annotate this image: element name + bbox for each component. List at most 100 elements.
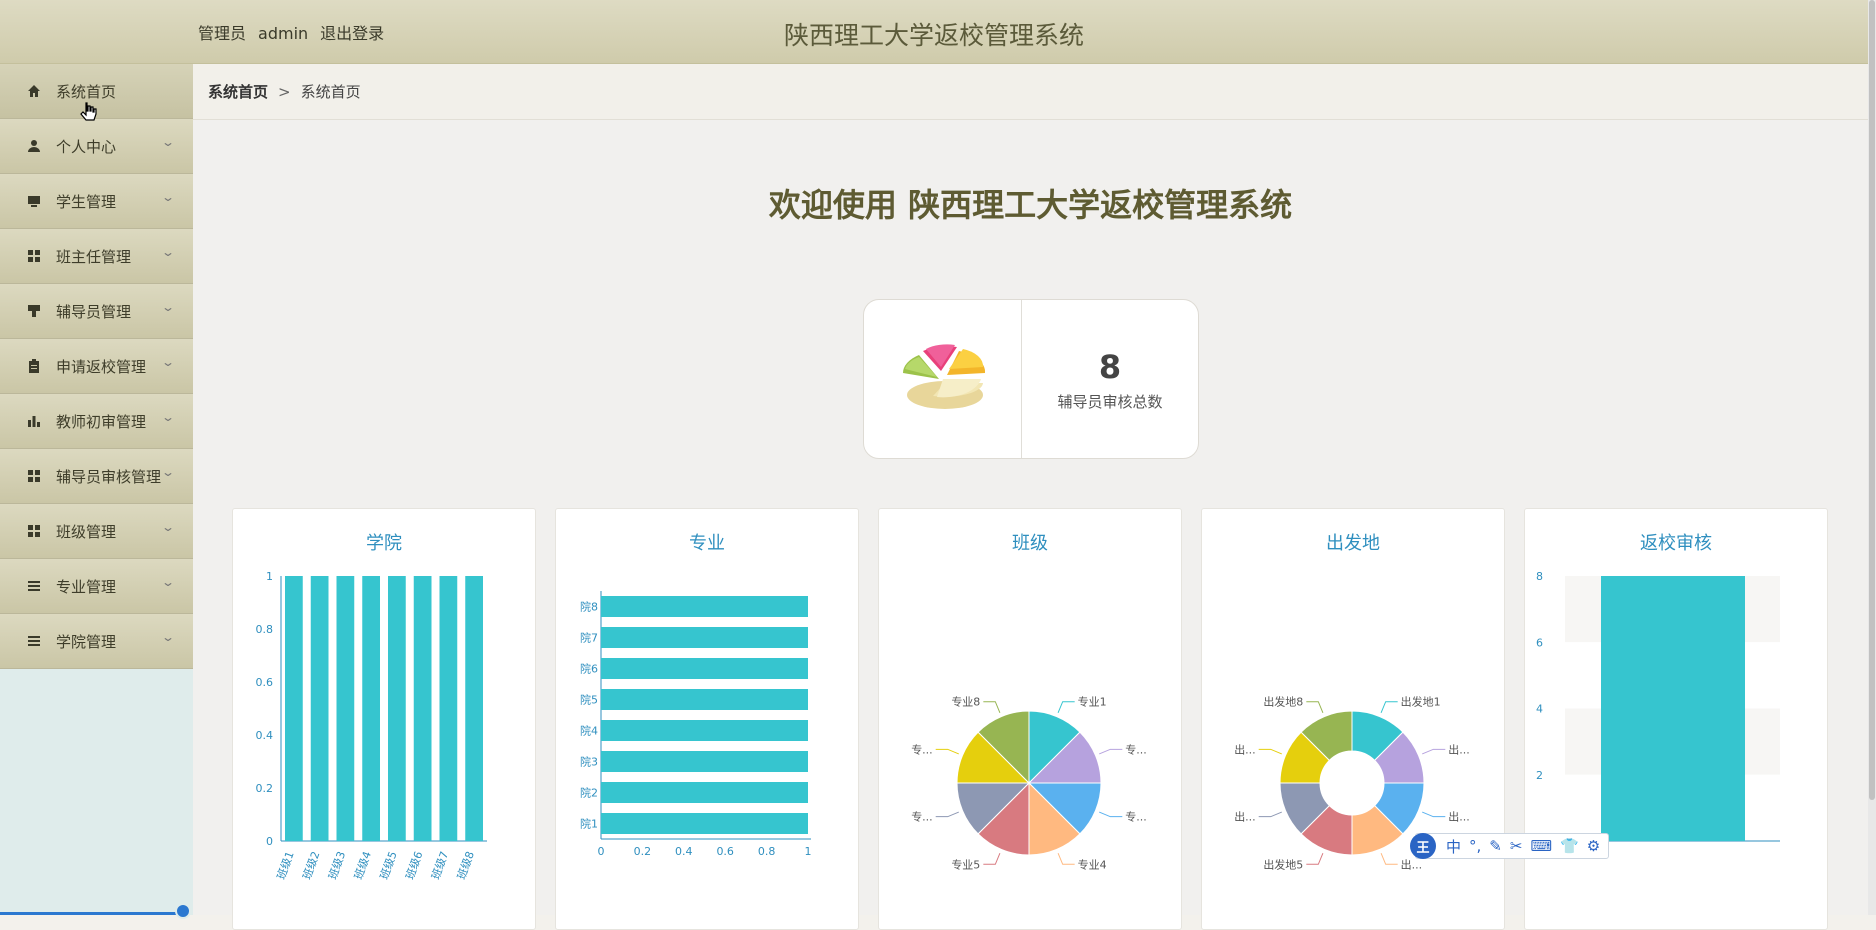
slice-label: 专业8 <box>951 695 980 709</box>
bar <box>388 576 406 841</box>
sidebar-item-6[interactable]: 教师初审管理 ⌄ <box>0 394 193 449</box>
bar <box>439 576 458 841</box>
y-tick-label: 0 <box>266 835 273 848</box>
slice-label: 出... <box>1448 810 1470 824</box>
chevron-down-icon: ⌄ <box>160 575 176 589</box>
y-tick-label: 1 <box>266 570 273 583</box>
sidebar-item-8[interactable]: 班级管理 ⌄ <box>0 504 193 559</box>
x-tick-label: 0.2 <box>634 845 652 858</box>
chart-card-3: 出发地 出发地1 出... 出... 出... 出发地5 出... 出... 出发地8 <box>1201 508 1505 930</box>
slice-label: 专业4 <box>1078 857 1107 871</box>
chevron-down-icon: ⌄ <box>160 135 176 149</box>
stat-card: 8 辅导员审核总数 <box>863 299 1199 459</box>
bar <box>310 576 329 841</box>
top-header: 管理员 admin 退出登录 陕西理工大学返校管理系统 <box>0 0 1868 64</box>
x-tick-label: 0.4 <box>675 845 693 858</box>
sidebar-item-9[interactable]: 专业管理 ⌄ <box>0 559 193 614</box>
stat-value: 8 <box>1098 347 1122 386</box>
sidebar-item-10[interactable]: 学院管理 ⌄ <box>0 614 193 669</box>
slice-label: 专... <box>911 810 933 824</box>
ime-button-3[interactable]: ✂ <box>1510 837 1523 855</box>
y-tick-label: 院8 <box>580 600 598 614</box>
sidebar-item-7[interactable]: 辅导员审核管理 ⌄ <box>0 449 193 504</box>
slice-label: 专... <box>1125 810 1147 824</box>
x-tick-label: 班级3 <box>326 850 348 882</box>
label-line <box>1258 748 1282 755</box>
sidebar-item-2[interactable]: 学生管理 ⌄ <box>0 174 193 229</box>
sidebar-item-label: 班主任管理 <box>56 247 132 266</box>
main-content: 欢迎使用 陕西理工大学返校管理系统 8 辅导员审核总数 学院 0 0.2 0.4 0.6… <box>193 120 1868 930</box>
bar <box>601 689 808 710</box>
sidebar-item-4[interactable]: 辅导员管理 ⌄ <box>0 284 193 339</box>
stat-text-area: 8 辅导员审核总数 <box>1022 300 1198 458</box>
sidebar-item-label: 辅导员审核管理 <box>56 467 162 486</box>
welcome-heading: 欢迎使用 陕西理工大学返校管理系统 <box>768 186 1293 224</box>
list-icon <box>26 578 42 594</box>
x-tick-label: 班级7 <box>429 850 451 882</box>
sidebar-item-5[interactable]: 申请返校管理 ⌄ <box>0 339 193 394</box>
slice-label: 出... <box>1234 810 1256 824</box>
bar <box>336 576 355 841</box>
bar-chart-icon <box>26 413 42 429</box>
ime-button-1[interactable]: °, <box>1469 837 1481 855</box>
label-line <box>1422 811 1446 818</box>
chevron-down-icon: ⌄ <box>160 245 176 259</box>
label-line <box>1099 748 1123 755</box>
y-tick-label: 0.2 <box>256 782 274 795</box>
y-tick-label: 院7 <box>580 631 598 645</box>
slice-label: 专业1 <box>1078 695 1107 709</box>
sidebar-item-3[interactable]: 班主任管理 ⌄ <box>0 229 193 284</box>
y-tick-label: 6 <box>1536 636 1543 649</box>
sidebar: 系统首页 个人中心 ⌄ 学生管理 ⌄ 班主任管理 ⌄ 辅导员管理 ⌄ 申请返校管理 ⌄ 教师初审管理 ⌄… <box>0 64 193 919</box>
list-icon <box>26 633 42 649</box>
page-scrollbar[interactable] <box>1868 0 1876 915</box>
slice-label: 专... <box>1125 742 1147 756</box>
chart-card-4: 返校审核 2 4 6 8 <box>1524 508 1828 930</box>
x-tick-label: 班级6 <box>403 850 425 882</box>
chart-card-2: 班级 专业1 专... 专... 专业4 专业5 专... 专... 专业8 <box>878 508 1182 930</box>
label-line <box>1422 748 1446 755</box>
chevron-down-icon: ⌄ <box>160 410 176 424</box>
bar <box>601 596 808 617</box>
y-tick-label: 0.4 <box>256 729 274 742</box>
slice-label: 出发地8 <box>1263 695 1303 709</box>
sidebar-scroll-knob[interactable] <box>175 903 191 919</box>
bar <box>601 782 808 803</box>
ime-button-6[interactable]: ⚙ <box>1587 837 1600 855</box>
stat-icon-area <box>864 300 1022 458</box>
label-line <box>1057 853 1075 865</box>
bar <box>601 720 808 741</box>
ime-button-5[interactable]: 👕 <box>1560 837 1579 855</box>
y-tick-label: 4 <box>1536 703 1543 716</box>
bar <box>362 576 380 841</box>
label-line <box>935 748 959 755</box>
ime-button-2[interactable]: ✎ <box>1489 837 1502 855</box>
bar <box>601 751 808 772</box>
chevron-down-icon: ⌄ <box>160 630 176 644</box>
label-line <box>1306 853 1324 865</box>
breadcrumb-current: 系统首页 <box>300 83 361 101</box>
x-tick-label: 班级5 <box>378 850 400 882</box>
slice-label: 出... <box>1234 742 1256 756</box>
sidebar-item-1[interactable]: 个人中心 ⌄ <box>0 119 193 174</box>
stat-label: 辅导员审核总数 <box>1057 392 1163 411</box>
ime-button-0[interactable]: 中 <box>1446 836 1461 857</box>
x-tick-label: 1 <box>805 845 812 858</box>
bar <box>601 813 808 834</box>
y-tick-label: 院3 <box>580 755 598 769</box>
breadcrumb-home[interactable]: 系统首页 <box>208 81 268 102</box>
label-line <box>1380 853 1398 865</box>
grid-icon <box>26 523 42 539</box>
ime-button-4[interactable]: ⌨ <box>1530 837 1552 855</box>
chevron-down-icon: ⌄ <box>160 465 176 479</box>
sidebar-item-label: 个人中心 <box>56 137 117 156</box>
y-tick-label: 院5 <box>580 693 598 707</box>
bar <box>601 658 808 679</box>
page-scrollbar-thumb[interactable] <box>1869 0 1875 800</box>
ime-toolbar[interactable]: 王 中 °, ✎ ✂ ⌨ 👕 ⚙ <box>1410 833 1609 859</box>
ime-logo-icon[interactable]: 王 <box>1410 833 1436 859</box>
grid-icon <box>26 248 42 264</box>
label-line <box>983 853 1001 865</box>
bar <box>1601 576 1745 841</box>
chevron-down-icon: ⌄ <box>160 355 176 369</box>
